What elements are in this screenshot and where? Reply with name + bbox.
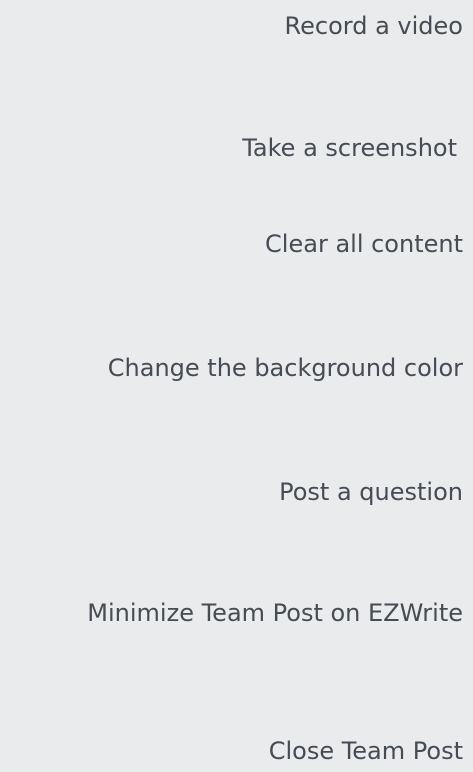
team-post-tooltip-panel: Record a video Take a screenshot Clear a… — [0, 0, 473, 772]
minimize-team-post-option[interactable]: Minimize Team Post on EZWrite — [87, 598, 463, 628]
take-screenshot-option[interactable]: Take a screenshot — [242, 133, 457, 163]
post-question-option[interactable]: Post a question — [279, 477, 463, 507]
record-video-option[interactable]: Record a video — [285, 11, 463, 41]
change-background-color-option[interactable]: Change the background color — [108, 353, 463, 383]
close-team-post-option[interactable]: Close Team Post — [269, 736, 463, 766]
clear-all-content-option[interactable]: Clear all content — [265, 229, 463, 259]
